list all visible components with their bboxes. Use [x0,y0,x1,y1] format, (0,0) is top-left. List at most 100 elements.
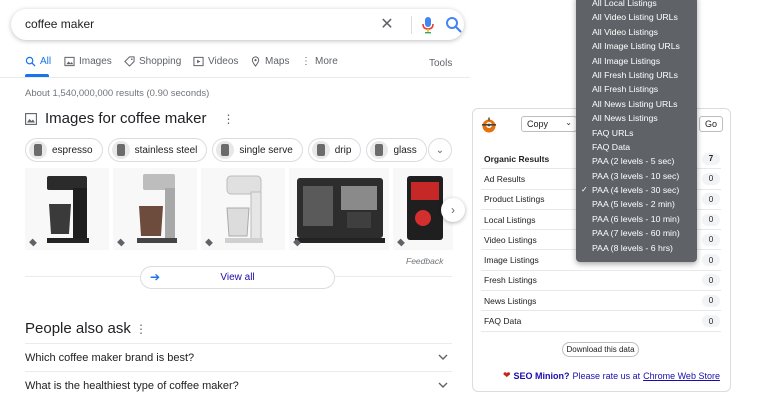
more-options-icon[interactable]: ⋮ [135,322,147,336]
row-count: 0 [702,193,720,206]
chip-stainless-steel[interactable]: stainless steel [107,138,208,162]
chip-espresso[interactable]: espresso [25,138,103,162]
image-chips: espresso stainless steel single serve dr… [25,138,427,162]
go-button[interactable]: Go [699,116,723,132]
chip-label: single serve [239,144,293,156]
dropdown-item[interactable]: PAA (7 levels - 60 min) [576,226,697,240]
dropdown-item-label: All Video Listing URLs [592,12,678,23]
pin-icon [251,56,260,67]
chip-single-serve[interactable]: single serve [212,138,303,162]
row-count: 0 [702,233,720,246]
table-row[interactable]: News Listings 0 [481,291,721,312]
dropdown-item[interactable]: FAQ Data [576,140,697,154]
row-label: Local Listings [484,214,536,225]
search-icon[interactable] [445,16,463,34]
image-result[interactable] [113,168,197,250]
dropdown-item-label: PAA (7 levels - 60 min) [592,228,680,239]
tab-more[interactable]: ⋮ More [301,56,338,67]
row-count: 0 [702,274,720,287]
tab-shopping[interactable]: Shopping [124,56,181,67]
tab-videos[interactable]: Videos [193,56,238,67]
row-label: Organic Results [484,153,550,164]
divider [411,16,412,34]
tab-maps[interactable]: Maps [250,56,289,67]
image-result[interactable] [201,168,285,250]
tab-label: More [315,56,338,67]
arrow-right-icon: ➔ [150,270,161,284]
dropdown-item-label: FAQ Data [592,141,631,152]
tab-label: Shopping [139,56,182,67]
paa-question[interactable]: What is the healthiest type of coffee ma… [25,371,452,399]
chip-drip[interactable]: drip [307,138,362,162]
dropdown-item[interactable]: PAA (6 levels - 10 min) [576,212,697,226]
paa-question[interactable]: Which coffee maker brand is best? [25,343,452,371]
view-all-button[interactable]: ➔ View all [140,266,335,289]
chevron-right-icon[interactable]: › [441,198,465,222]
clear-icon[interactable]: ✕ [378,14,396,34]
dropdown-item-label: PAA (2 levels - 5 sec) [592,156,675,167]
copy-select[interactable]: Copy ⌄ [521,116,577,132]
tab-all[interactable]: All [25,56,51,67]
dropdown-item[interactable]: ✓ PAA (4 levels - 30 sec) [576,183,697,197]
dropdown-item[interactable]: All News Listings [576,111,697,125]
row-label: Fresh Listings [484,275,537,286]
check-icon: ✓ [581,185,588,195]
dropdown-item-label: PAA (8 levels - 6 hrs) [592,242,673,253]
more-options-icon[interactable]: ⋮ [222,112,234,126]
dropdown-item-label: All News Listing URLs [592,98,678,109]
dropdown-item[interactable]: PAA (3 levels - 10 sec) [576,169,697,183]
chip-thumbnail [29,141,47,159]
dropdown-item[interactable]: All Video Listings [576,25,697,39]
dropdown-item[interactable]: All News Listing URLs [576,97,697,111]
play-icon [193,56,204,67]
dropdown-item[interactable]: PAA (2 levels - 5 sec) [576,154,697,168]
chip-label: glass [393,144,417,156]
dropdown-item[interactable]: All Local Listings [576,0,697,10]
tab-label: All [40,56,52,67]
row-count: 0 [702,213,720,226]
chrome-web-store-link[interactable]: Chrome Web Store [643,371,720,381]
dropdown-item-label: All News Listings [592,113,658,124]
chevron-down-icon[interactable]: ⌄ [428,138,452,162]
dropdown-item[interactable]: PAA (5 levels - 2 min) [576,197,697,211]
paa-question-text: Which coffee maker brand is best? [25,351,195,364]
search-bar[interactable]: coffee maker ✕ [11,9,464,40]
row-count: 0 [702,315,720,328]
image-result[interactable] [25,168,109,250]
chip-label: espresso [52,144,93,156]
search-input[interactable]: coffee maker [25,17,94,31]
coffee-maker-image [295,178,385,243]
dropdown-item[interactable]: All Image Listing URLs [576,39,697,53]
search-tabs: All Images Shopping Videos Maps ⋮ More [0,56,460,76]
chip-thumbnail [311,141,330,159]
dropdown-item-label: All Image Listings [592,55,661,66]
search-icon [25,56,36,67]
dropdown-item[interactable]: FAQ URLs [576,126,697,140]
download-data-button[interactable]: Download this data [562,342,639,357]
paa-question-text: What is the healthiest type of coffee ma… [25,379,239,392]
dropdown-item[interactable]: All Fresh Listings [576,82,697,96]
row-count: 0 [702,172,720,185]
dropdown-item-label: All Local Listings [592,0,657,8]
rate-brand: SEO Minion? [513,370,570,381]
microphone-icon[interactable] [421,16,435,34]
dropdown-item[interactable]: All Fresh Listing URLs [576,68,697,82]
tab-label: Images [79,56,112,67]
row-count: 7 [702,152,720,165]
dropdown-item[interactable]: All Image Listings [576,54,697,68]
image-icon [25,112,37,125]
tab-images[interactable]: Images [64,56,112,67]
image-result[interactable] [289,168,389,250]
table-row[interactable]: FAQ Data 0 [481,311,721,332]
dropdown-item[interactable]: PAA (8 levels - 6 hrs) [576,241,697,255]
dropdown-item-label: All Fresh Listing URLs [592,69,678,80]
tools-button[interactable]: Tools [429,58,452,69]
feedback-link[interactable]: Feedback [406,256,443,266]
chip-label: stainless steel [134,144,198,156]
table-row[interactable]: Fresh Listings 0 [481,271,721,292]
dropdown-item[interactable]: All Video Listing URLs [576,10,697,24]
images-heading: Images for coffee maker ⋮ [25,110,234,127]
copy-dropdown-menu: All Local Listings All Video Listing URLs… [576,0,697,262]
chip-glass[interactable]: glass [366,138,427,162]
row-label: Ad Results [484,173,526,184]
